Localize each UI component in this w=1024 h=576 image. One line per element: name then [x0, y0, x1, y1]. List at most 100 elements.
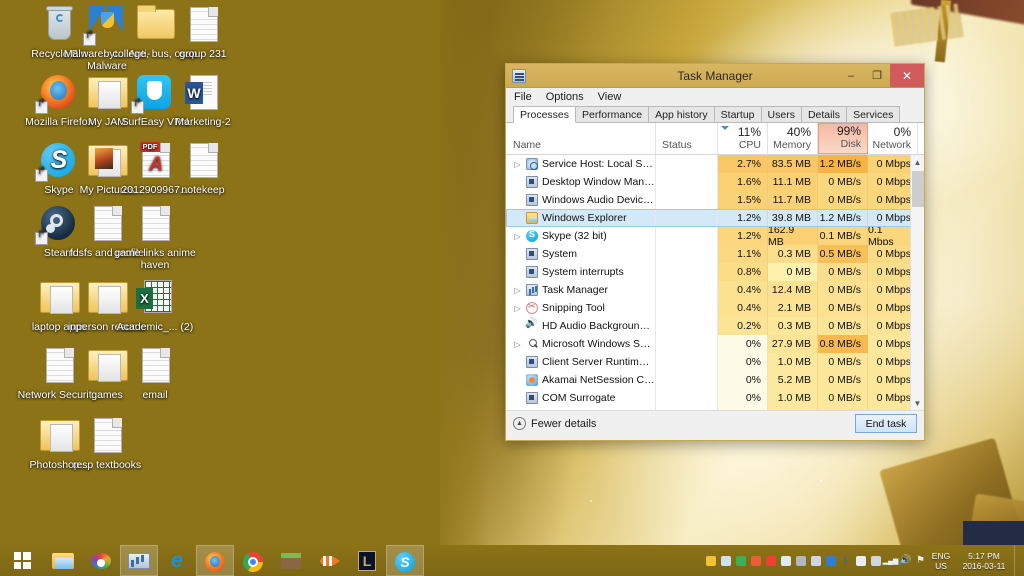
taskbar-chrome[interactable]	[234, 545, 272, 576]
clock[interactable]: 5:17 PM 2016-03-11	[954, 551, 1014, 571]
taskbar-internet-explorer[interactable]: e	[158, 545, 196, 576]
expand-chevron-icon[interactable]: ▷	[513, 160, 522, 169]
tab-details[interactable]: Details	[800, 106, 848, 122]
expand-chevron-icon[interactable]: ▷	[513, 286, 522, 295]
process-name-cell[interactable]: Windows Audio Device Graph Is...	[506, 191, 656, 209]
tab-app-history[interactable]: App history	[648, 106, 715, 122]
process-name-cell[interactable]: ▷ Microsoft Windows Search Inde...	[506, 335, 656, 353]
process-name-cell[interactable]: Akamai NetSession Client (32 bit)	[506, 371, 656, 389]
desktop-icon-label: Academic_... (2)	[116, 321, 194, 333]
desktop-icon[interactable]: notekeep	[154, 140, 252, 197]
tab-startup[interactable]: Startup	[713, 106, 762, 122]
clownfish-icon[interactable]	[733, 550, 748, 572]
process-row[interactable]: Windows Audio Device Graph Is... 1.5%11.7…	[506, 191, 924, 209]
process-row[interactable]: ▷Local Security Authority Process... 0%5.…	[506, 407, 924, 410]
process-row[interactable]: Windows Explorer 1.2% 39.8 MB 1.2 MB/s 0 Mbp…	[506, 209, 924, 227]
end-task-button[interactable]: End task	[855, 414, 917, 433]
process-name-cell[interactable]: COM Surrogate	[506, 389, 656, 407]
column-header-cpu[interactable]: 11% CPU	[718, 123, 768, 154]
process-row[interactable]: System interrupts 0.8% 0 MB 0 MB/s 0 Mbps	[506, 263, 924, 281]
scrollbar-thumb[interactable]	[912, 171, 924, 207]
update-icon[interactable]	[868, 550, 883, 572]
process-name-cell[interactable]: ▷ Snipping Tool	[506, 299, 656, 317]
minimize-button[interactable]: –	[838, 64, 864, 87]
windows-icon[interactable]	[853, 550, 868, 572]
expand-chevron-icon[interactable]: ▷	[513, 340, 522, 349]
chrome-icon[interactable]	[763, 550, 778, 572]
taskbar-skype[interactable]: S	[386, 545, 424, 576]
scroll-up-arrow[interactable]: ▲	[911, 155, 924, 169]
desktop-icon[interactable]: resp textbooks	[58, 415, 156, 472]
vertical-scrollbar[interactable]: ▲ ▼	[910, 155, 924, 410]
action-center-icon[interactable]: ⚑	[913, 550, 928, 572]
desktop-icon[interactable]: X Academic_... (2)	[106, 277, 204, 334]
column-header-name[interactable]: Name	[506, 123, 656, 154]
process-row[interactable]: ▷ Task Manager 0.4% 12.4 MB 0 MB/s 0 Mbps	[506, 281, 924, 299]
process-row[interactable]: Akamai NetSession Client (32 bit) 0%5.2 M…	[506, 371, 924, 389]
process-name-cell[interactable]: ▷ Skype (32 bit)	[506, 227, 656, 245]
maximize-button[interactable]: ❐	[864, 64, 890, 87]
network-icon[interactable]: ▂▄▆	[883, 550, 899, 572]
bluetooth-icon[interactable]: ᛒ	[838, 550, 853, 572]
speech-bubble-icon[interactable]	[703, 550, 718, 572]
battery-icon[interactable]	[808, 550, 823, 572]
onedrive-icon[interactable]	[778, 550, 793, 572]
taskbar-file-explorer[interactable]	[44, 545, 82, 576]
process-name-cell[interactable]: Windows Explorer	[506, 209, 656, 227]
taskbar-photo-viewer[interactable]	[82, 545, 120, 576]
process-name-cell[interactable]: System	[506, 245, 656, 263]
tab-processes[interactable]: Processes	[513, 106, 577, 123]
taskbar-firefox[interactable]	[196, 545, 234, 576]
process-name-cell[interactable]: HD Audio Background Process	[506, 317, 656, 335]
process-row[interactable]: System 1.1% 0.3 MB 0.5 MB/s 0 Mbps	[506, 245, 924, 263]
process-row[interactable]: ▷Skype (32 bit)1.2%162.9 MB0.1 MB/s0.1 M…	[506, 224, 924, 248]
process-row[interactable]: Client Server Runtime Process 0%1.0 MB0 M…	[506, 353, 924, 371]
process-row[interactable]: ▷ Service Host: Local System (Net... 2.7%8…	[506, 155, 924, 173]
desktop-icon[interactable]: email	[106, 345, 204, 402]
tab-users[interactable]: Users	[760, 106, 802, 122]
process-name-cell[interactable]: Desktop Window Manager	[506, 173, 656, 191]
process-name-cell[interactable]: ▷ Service Host: Local System (Net...	[506, 155, 656, 173]
malwarebytes-icon[interactable]	[823, 550, 838, 572]
menu-item-view[interactable]: View	[598, 91, 622, 103]
volume-icon[interactable]: 🔊	[898, 550, 913, 572]
desktop-icon[interactable]: game links anime haven	[106, 203, 204, 271]
column-header-memory[interactable]: 40% Memory	[768, 123, 818, 154]
process-row[interactable]: HD Audio Background Process 0.2%0.3 MB0 M…	[506, 317, 924, 335]
taskbar-clownfish[interactable]	[310, 545, 348, 576]
title-bar[interactable]: Task Manager – ❐ ✕	[506, 64, 924, 88]
adobe-icon[interactable]	[748, 550, 763, 572]
close-button[interactable]: ✕	[890, 64, 924, 87]
language-indicator[interactable]: ENG US	[928, 551, 954, 571]
process-row[interactable]: Desktop Window Manager 1.6% 11.1 MB 0 MB/s 0…	[506, 173, 924, 191]
process-name-cell[interactable]: ▷ Task Manager	[506, 281, 656, 299]
process-disk-cell: 0 MB/s	[818, 191, 868, 209]
process-row[interactable]: ▷Snipping Tool0.4%2.1 MB0 MB/s0 Mbps	[506, 299, 924, 317]
process-name-cell[interactable]: Client Server Runtime Process	[506, 353, 656, 371]
expand-chevron-icon[interactable]: ▷	[513, 232, 522, 241]
tab-performance[interactable]: Performance	[575, 106, 650, 122]
fewer-details-button[interactable]: ▲ Fewer details	[513, 417, 596, 430]
start-button[interactable]	[0, 545, 44, 576]
process-row[interactable]: COM Surrogate 0% 1.0 MB 0 MB/s 0 Mbps	[506, 389, 924, 407]
expand-chevron-icon[interactable]: ▷	[513, 304, 522, 313]
process-name-cell[interactable]: ▷Local Security Authority Process...	[506, 407, 656, 410]
menu-item-options[interactable]: Options	[546, 91, 584, 103]
task-manager-window[interactable]: Task Manager – ❐ ✕ File Options View Pro…	[505, 63, 925, 441]
column-header-status[interactable]: Status	[656, 123, 718, 154]
taskbar-task-manager[interactable]	[120, 545, 158, 576]
column-header-disk[interactable]: 99% Disk	[818, 123, 868, 154]
taskbar-league-of-legends[interactable]: L	[348, 545, 386, 576]
monitor-icon[interactable]	[718, 550, 733, 572]
tab-services[interactable]: Services	[846, 106, 901, 122]
desktop-icon[interactable]: group 231	[154, 4, 252, 61]
show-desktop-button[interactable]	[1014, 545, 1020, 576]
process-row[interactable]: ▷ Microsoft Windows Search Inde... 0%27.9 …	[506, 335, 924, 353]
menu-item-file[interactable]: File	[514, 91, 532, 103]
security-icon[interactable]	[793, 550, 808, 572]
process-name-cell[interactable]: System interrupts	[506, 263, 656, 281]
taskbar-minecraft[interactable]	[272, 545, 310, 576]
desktop-icon[interactable]: W Marketing-2	[154, 72, 252, 129]
scroll-down-arrow[interactable]: ▼	[911, 396, 924, 410]
column-header-network[interactable]: 0% Network	[868, 123, 918, 154]
